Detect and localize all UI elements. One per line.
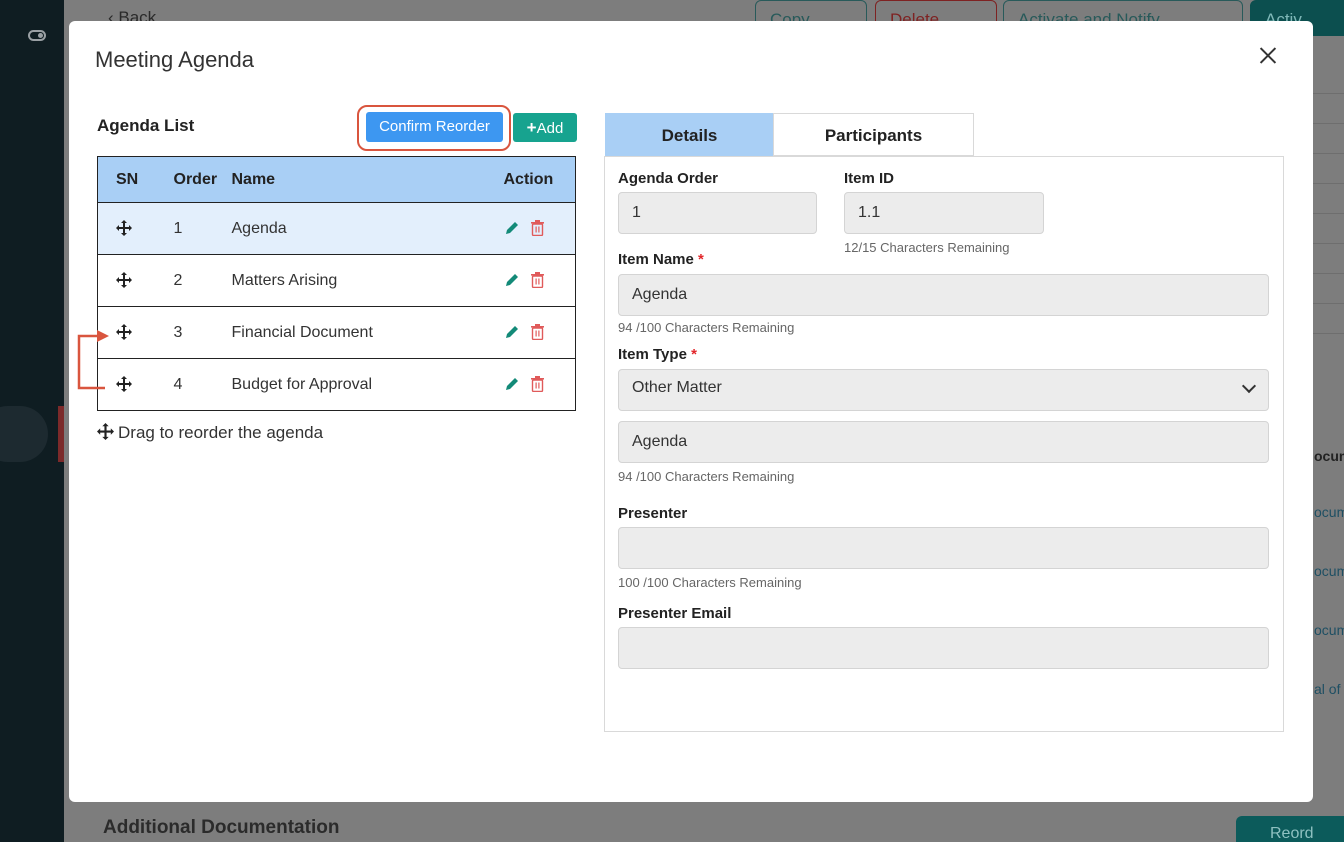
table-row[interactable]: 3 Financial Document bbox=[97, 306, 576, 359]
column-header-action: Action bbox=[485, 156, 576, 203]
row-name: Budget for Approval bbox=[223, 358, 486, 411]
column-header-name: Name bbox=[223, 156, 486, 203]
meeting-agenda-modal: Meeting Agenda Agenda List Confirm Reord… bbox=[69, 21, 1313, 802]
presenter-hint: 100 /100 Characters Remaining bbox=[618, 575, 802, 590]
background-docs-heading: ocum bbox=[1314, 448, 1344, 464]
table-row[interactable]: 1 Agenda bbox=[97, 202, 576, 255]
column-header-order: Order bbox=[155, 156, 224, 203]
column-header-sn: SN bbox=[97, 156, 156, 203]
toggle-icon[interactable] bbox=[28, 30, 46, 41]
table-row[interactable]: 4 Budget for Approval bbox=[97, 358, 576, 411]
agenda-list-title: Agenda List bbox=[97, 116, 195, 135]
drag-handle[interactable] bbox=[97, 202, 156, 255]
pencil-icon[interactable] bbox=[504, 220, 520, 236]
drag-hint-text: Drag to reorder the agenda bbox=[118, 423, 324, 442]
item-name-label: Item Name * bbox=[618, 251, 704, 268]
row-order: 2 bbox=[155, 254, 224, 307]
item-type-detail-field[interactable]: Agenda bbox=[618, 421, 1269, 463]
table-row[interactable]: 2 Matters Arising bbox=[97, 254, 576, 307]
modal-title: Meeting Agenda bbox=[95, 47, 255, 72]
agenda-order-field[interactable]: 1 bbox=[618, 192, 817, 234]
pencil-icon[interactable] bbox=[504, 376, 520, 392]
item-type-detail-hint: 94 /100 Characters Remaining bbox=[618, 469, 795, 484]
close-icon[interactable] bbox=[1255, 43, 1281, 69]
trash-icon[interactable] bbox=[530, 220, 545, 237]
plus-icon: + bbox=[526, 118, 537, 137]
item-type-select[interactable]: Other Matter bbox=[618, 369, 1269, 411]
row-order: 3 bbox=[155, 306, 224, 359]
background-doc-link: al of bbox=[1314, 681, 1341, 697]
background-doc-link: ocum bbox=[1314, 563, 1344, 579]
background-rows bbox=[1313, 64, 1344, 334]
agenda-order-label: Agenda Order bbox=[618, 170, 719, 187]
background-doc-link: ocum bbox=[1314, 622, 1344, 638]
move-icon bbox=[97, 423, 114, 440]
row-order: 1 bbox=[155, 202, 224, 255]
row-actions bbox=[485, 254, 576, 307]
reorder-button: Reord bbox=[1236, 816, 1344, 842]
agenda-table: SN Order Name Action 1 Agenda 2 Matters … bbox=[97, 156, 576, 411]
row-order: 4 bbox=[155, 358, 224, 411]
row-actions bbox=[485, 358, 576, 411]
additional-documentation-title: Additional Documentation bbox=[103, 817, 340, 838]
add-button[interactable]: +Add bbox=[513, 113, 577, 142]
table-header-row: SN Order Name Action bbox=[97, 156, 576, 203]
move-icon bbox=[116, 324, 132, 341]
item-type-label: Item Type * bbox=[618, 346, 697, 363]
add-button-label: Add bbox=[536, 120, 564, 137]
sidebar-active-item bbox=[0, 406, 48, 462]
presenter-field[interactable] bbox=[618, 527, 1269, 569]
item-id-field[interactable]: 1.1 bbox=[844, 192, 1044, 234]
move-icon bbox=[116, 220, 132, 237]
reorder-arrow-annotation bbox=[77, 330, 109, 390]
presenter-email-label: Presenter Email bbox=[618, 605, 732, 622]
trash-icon[interactable] bbox=[530, 376, 545, 393]
drag-handle[interactable] bbox=[97, 254, 156, 307]
row-name: Agenda bbox=[223, 202, 486, 255]
presenter-email-field[interactable] bbox=[618, 627, 1269, 669]
row-actions bbox=[485, 306, 576, 359]
required-mark: * bbox=[691, 346, 697, 363]
item-name-hint: 94 /100 Characters Remaining bbox=[618, 320, 795, 335]
presenter-label: Presenter bbox=[618, 505, 688, 522]
app-sidebar bbox=[0, 0, 64, 842]
item-name-field[interactable]: Agenda bbox=[618, 274, 1269, 316]
trash-icon[interactable] bbox=[530, 324, 545, 341]
row-name: Matters Arising bbox=[223, 254, 486, 307]
pencil-icon[interactable] bbox=[504, 272, 520, 288]
drag-hint: Drag to reorder the agenda bbox=[97, 423, 323, 443]
details-panel: Agenda Order 1 Item ID 1.1 12/15 Charact… bbox=[604, 156, 1284, 732]
trash-icon[interactable] bbox=[530, 272, 545, 289]
row-name: Financial Document bbox=[223, 306, 486, 359]
item-id-hint: 12/15 Characters Remaining bbox=[844, 240, 1010, 255]
pencil-icon[interactable] bbox=[504, 324, 520, 340]
chevron-down-icon bbox=[1241, 378, 1257, 394]
row-actions bbox=[485, 202, 576, 255]
move-icon bbox=[116, 376, 132, 393]
move-icon bbox=[116, 272, 132, 289]
item-type-selected-value: Other Matter bbox=[632, 379, 722, 396]
tab-participants[interactable]: Participants bbox=[773, 113, 974, 156]
tab-details[interactable]: Details bbox=[605, 113, 774, 156]
confirm-reorder-button[interactable]: Confirm Reorder bbox=[366, 112, 503, 142]
required-mark: * bbox=[698, 251, 704, 268]
background-doc-link: ocum bbox=[1314, 504, 1344, 520]
item-id-label: Item ID bbox=[844, 170, 895, 187]
